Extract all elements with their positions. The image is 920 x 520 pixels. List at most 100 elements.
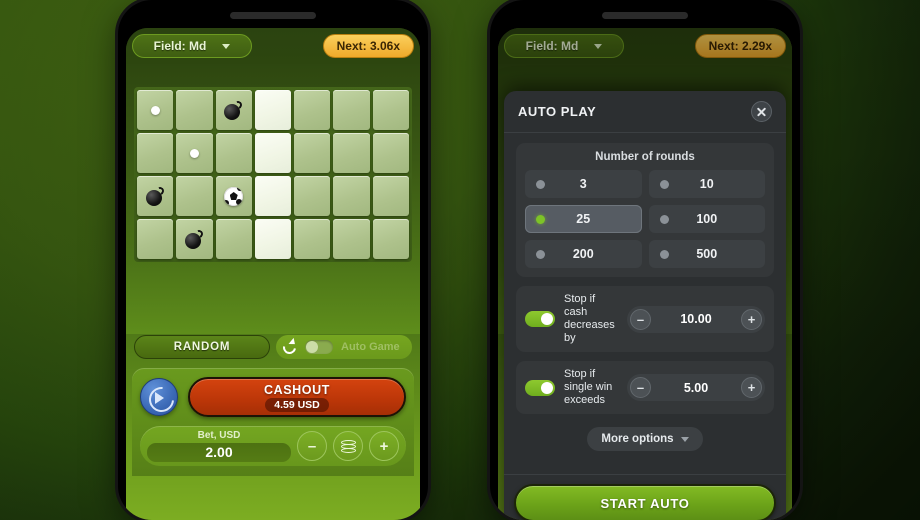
stop-condition-row: Stop if single win exceeds –5.00 + xyxy=(516,361,774,414)
rounds-option[interactable]: 100 xyxy=(648,205,765,233)
modal-header: AUTO PLAY xyxy=(504,91,786,133)
random-button[interactable]: RANDOM xyxy=(134,335,270,359)
grid-cell[interactable] xyxy=(215,133,252,173)
close-icon[interactable] xyxy=(751,101,772,122)
rounds-option-label: 25 xyxy=(576,212,591,226)
bet-value[interactable]: 2.00 xyxy=(147,443,291,462)
grid-cell[interactable] xyxy=(137,219,174,259)
rounds-grid: 3 10 25 100 200 500 xyxy=(525,170,765,268)
grid-cell[interactable] xyxy=(333,90,370,130)
grid-cell[interactable] xyxy=(294,176,331,216)
more-options-label: More options xyxy=(601,433,674,445)
random-row: RANDOM Auto Game xyxy=(134,334,412,360)
next-multiplier-label: Next: 3.06x xyxy=(336,39,400,53)
bet-label: Bet, USD xyxy=(197,430,241,441)
grid-cell[interactable] xyxy=(254,176,292,216)
rounds-option-label: 200 xyxy=(572,247,594,261)
bomb-icon xyxy=(224,99,244,120)
grid-cell[interactable] xyxy=(137,90,174,130)
radio-icon xyxy=(659,214,669,224)
stepper-decrease-button[interactable]: – xyxy=(630,308,651,330)
dot-icon xyxy=(150,105,160,115)
grid-cell[interactable] xyxy=(372,133,409,173)
bet-increase-button[interactable]: + xyxy=(369,431,399,461)
rounds-title: Number of rounds xyxy=(595,151,695,163)
stepper-increase-button[interactable]: + xyxy=(741,308,762,330)
grid-cell[interactable] xyxy=(176,176,213,216)
game-grid[interactable] xyxy=(134,87,412,262)
grid-cell[interactable] xyxy=(176,90,213,130)
stop-condition-toggle[interactable] xyxy=(525,311,555,327)
rounds-option[interactable]: 10 xyxy=(648,170,765,198)
grid-cell[interactable] xyxy=(372,90,409,130)
bet-decrease-button[interactable]: – xyxy=(297,431,327,461)
grid-cell[interactable] xyxy=(294,90,331,130)
stop-condition-toggle[interactable] xyxy=(525,379,555,396)
grid-cell[interactable] xyxy=(254,219,292,259)
grid-cell[interactable] xyxy=(176,133,213,173)
replay-icon[interactable] xyxy=(140,378,178,416)
radio-icon xyxy=(536,249,545,259)
phone-left: Field: Md Next: 3.06x RANDOM Auto Game C… xyxy=(118,0,428,520)
rounds-option-label: 500 xyxy=(696,247,718,261)
auto-game-toggle[interactable] xyxy=(305,340,333,354)
cashout-button[interactable]: CASHOUT 4.59 USD xyxy=(188,377,406,417)
bet-field[interactable]: Bet, USD 2.00 xyxy=(147,430,291,462)
radio-icon xyxy=(536,214,545,224)
field-selector-left[interactable]: Field: Md xyxy=(132,34,252,58)
grid-cell[interactable] xyxy=(294,133,331,173)
grid-cell[interactable] xyxy=(215,219,252,259)
rounds-option[interactable]: 25 xyxy=(525,205,642,233)
grid-cell[interactable] xyxy=(137,133,174,173)
more-options-row: More options xyxy=(516,427,774,451)
auto-game-row[interactable]: Auto Game xyxy=(276,335,412,359)
topbar-left: Field: Md Next: 3.06x xyxy=(126,28,420,64)
stepper-increase-button[interactable]: + xyxy=(741,377,762,398)
stepper-value[interactable]: 10.00 xyxy=(651,312,741,326)
chevron-down-icon xyxy=(680,436,689,442)
cashout-title: CASHOUT xyxy=(263,382,330,397)
modal-title: AUTO PLAY xyxy=(518,104,597,119)
screen-left: Field: Md Next: 3.06x RANDOM Auto Game C… xyxy=(126,28,420,520)
screen-right: Field: Md Next: 2.29x RANDOM xyxy=(498,28,792,520)
next-multiplier-badge-left: Next: 3.06x xyxy=(322,34,414,58)
grid-cell[interactable] xyxy=(215,90,252,130)
auto-play-modal: AUTO PLAY Number of rounds 3 10 25 100 200 50… xyxy=(504,91,786,520)
grid-cell[interactable] xyxy=(372,176,409,216)
bottom-panel-left: CASHOUT 4.59 USD Bet, USD 2.00 – + xyxy=(132,368,414,476)
rounds-option[interactable]: 500 xyxy=(648,240,765,268)
stop-condition-label: Stop if single win exceeds xyxy=(564,368,613,406)
stepper-value[interactable]: 5.00 xyxy=(651,381,741,395)
phone-right: Field: Md Next: 2.29x RANDOM xyxy=(490,0,800,520)
soccer-ball-icon xyxy=(224,186,244,206)
start-auto-button[interactable]: START AUTO xyxy=(514,484,776,520)
auto-game-label: Auto Game xyxy=(341,341,400,353)
grid-cell[interactable] xyxy=(372,219,409,259)
stepper-decrease-button[interactable]: – xyxy=(630,377,651,398)
rounds-option[interactable]: 200 xyxy=(525,240,642,268)
grid-cell[interactable] xyxy=(333,133,370,173)
grid-cell[interactable] xyxy=(333,219,370,259)
grid-cell[interactable] xyxy=(137,176,174,216)
bomb-icon xyxy=(184,228,205,249)
coins-icon[interactable] xyxy=(333,431,363,461)
grid-cell[interactable] xyxy=(176,219,213,259)
bomb-icon xyxy=(145,185,165,206)
more-options-button[interactable]: More options xyxy=(587,427,703,451)
refresh-icon[interactable] xyxy=(282,340,297,355)
grid-cell[interactable] xyxy=(294,219,331,259)
stop-condition-stepper: –5.00 + xyxy=(627,374,765,401)
grid-cell[interactable] xyxy=(254,90,292,130)
bet-row: Bet, USD 2.00 – + xyxy=(140,426,406,466)
grid-cell[interactable] xyxy=(215,176,252,216)
grid-cell[interactable] xyxy=(333,176,370,216)
chevron-down-icon xyxy=(222,43,231,49)
stop-condition-row: Stop if cash decreases by –10.00 + xyxy=(516,286,774,352)
stop-condition-label: Stop if cash decreases by xyxy=(564,293,615,344)
radio-icon xyxy=(536,179,545,189)
cashout-amount: 4.59 USD xyxy=(265,397,329,412)
grid-cell[interactable] xyxy=(254,133,292,173)
rounds-option-label: 3 xyxy=(579,177,587,191)
rounds-option[interactable]: 3 xyxy=(525,170,642,198)
radio-icon xyxy=(659,249,669,259)
